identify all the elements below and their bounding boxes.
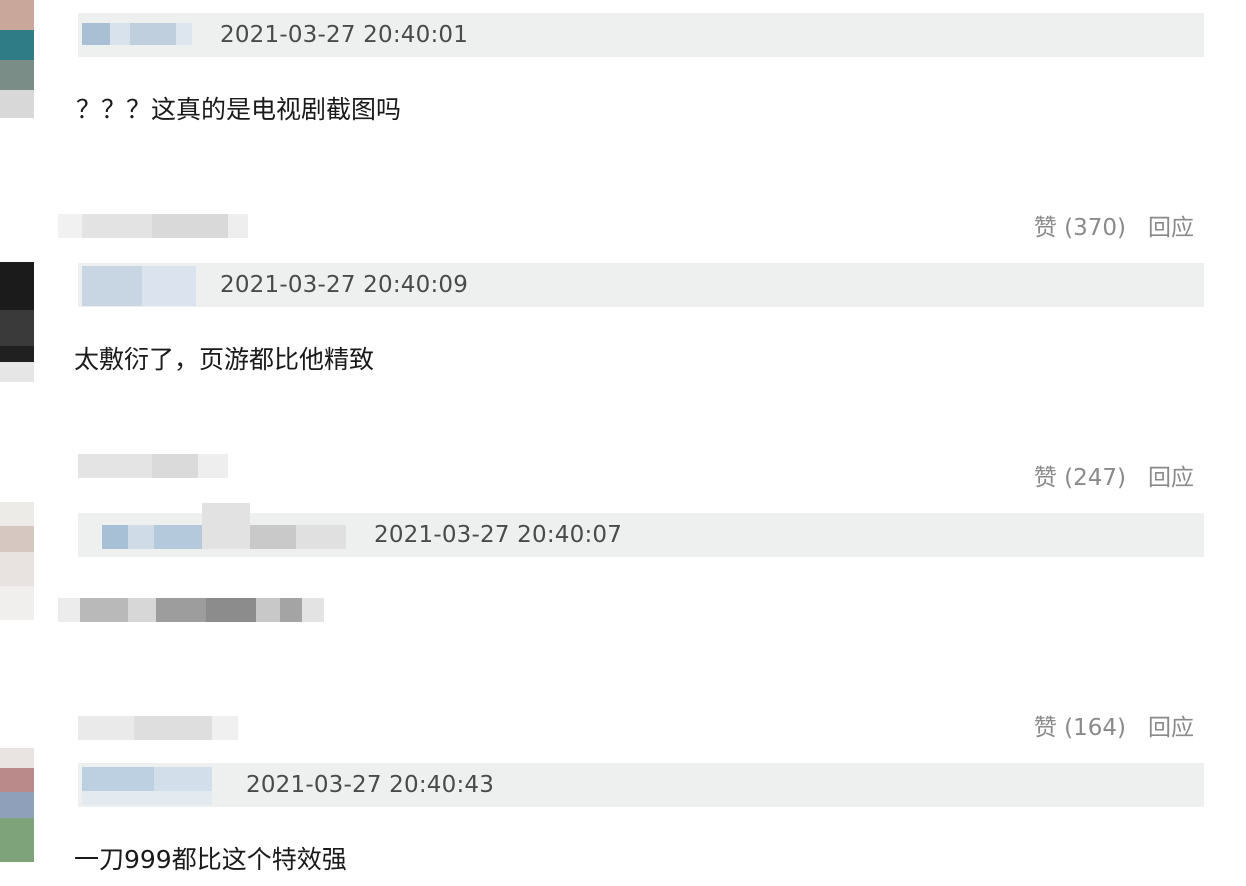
reply-button[interactable]: 回应 bbox=[1148, 217, 1194, 240]
blurred-username bbox=[58, 214, 248, 238]
blurred-username bbox=[296, 525, 346, 549]
blurred-username bbox=[78, 716, 238, 740]
comment-timestamp: 2021-03-27 20:40:43 bbox=[246, 772, 495, 798]
quote-meta-bar: 2021-03-27 20:40:07 bbox=[78, 503, 1204, 557]
comment-timestamp: 2021-03-27 20:40:07 bbox=[374, 522, 623, 548]
comment-actions: 赞 (247) 回应 bbox=[1034, 467, 1194, 490]
comment-text: 一刀999都比这个特效强 bbox=[74, 845, 347, 874]
comment-timestamp: 2021-03-27 20:40:09 bbox=[220, 272, 469, 298]
comment-timestamp: 2021-03-27 20:40:01 bbox=[220, 22, 469, 48]
quote-meta-bar: 2021-03-27 20:40:43 bbox=[78, 763, 1204, 807]
blurred-username bbox=[176, 23, 192, 45]
comment-actions: 赞 (164) 回应 bbox=[1034, 717, 1194, 740]
blurred-username bbox=[130, 23, 176, 45]
avatar[interactable] bbox=[0, 0, 34, 118]
blurred-comment-text bbox=[58, 598, 324, 622]
blurred-username bbox=[102, 525, 128, 549]
blurred-username bbox=[78, 454, 228, 478]
comment-text: ？？？这真的是电视剧截图吗 bbox=[76, 95, 402, 124]
quote-meta-bar: 2021-03-27 20:40:01 bbox=[78, 13, 1204, 57]
blurred-username bbox=[82, 266, 142, 306]
blurred-username bbox=[82, 23, 110, 45]
comment-actions: 赞 (370) 回应 bbox=[1034, 217, 1194, 240]
like-button[interactable]: 赞 (370) bbox=[1034, 217, 1126, 240]
blurred-username bbox=[154, 525, 202, 549]
reply-button[interactable]: 回应 bbox=[1148, 467, 1194, 490]
blurred-username bbox=[154, 767, 212, 791]
blurred-username bbox=[142, 266, 196, 306]
avatar[interactable] bbox=[0, 748, 34, 862]
blurred-username bbox=[82, 791, 212, 805]
blurred-username bbox=[250, 525, 296, 549]
reply-button[interactable]: 回应 bbox=[1148, 717, 1194, 740]
like-button[interactable]: 赞 (247) bbox=[1034, 467, 1126, 490]
like-button[interactable]: 赞 (164) bbox=[1034, 717, 1126, 740]
blurred-username bbox=[110, 23, 130, 45]
comment-text: 太敷衍了，页游都比他精致 bbox=[74, 345, 375, 374]
blurred-username bbox=[82, 767, 154, 791]
avatar[interactable] bbox=[0, 502, 34, 620]
blurred-username bbox=[128, 525, 154, 549]
blurred-username bbox=[202, 503, 250, 549]
quote-meta-bar: 2021-03-27 20:40:09 bbox=[78, 263, 1204, 307]
avatar[interactable] bbox=[0, 262, 34, 382]
